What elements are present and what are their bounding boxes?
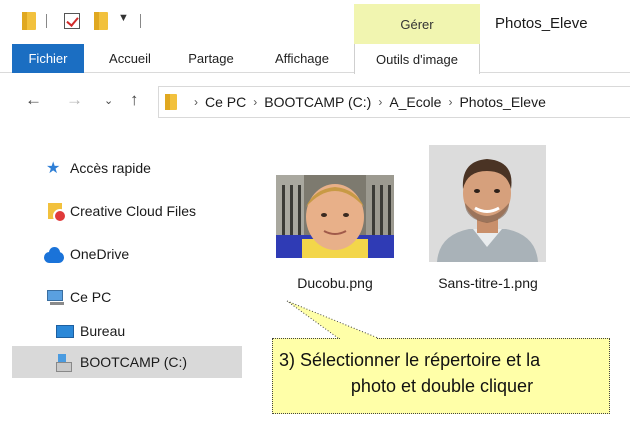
instruction-callout: 3) Sélectionner le répertoire et la phot… (272, 338, 610, 414)
callout-text: 3) Sélectionner le répertoire et la phot… (279, 347, 605, 399)
callout-line-2: photo et double cliquer (350, 376, 534, 396)
callout-line-1: 3) Sélectionner le répertoire et la (279, 350, 541, 370)
